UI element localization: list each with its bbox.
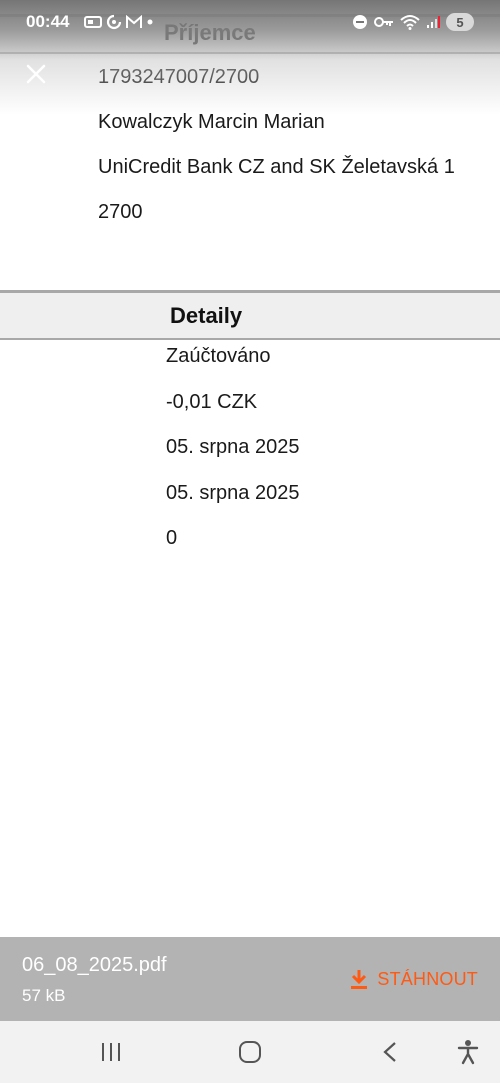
status-bar: 00:44 5 — [0, 0, 500, 44]
home-button[interactable] — [230, 1035, 270, 1069]
file-size: 57 kB — [22, 986, 66, 1005]
dot-icon — [147, 19, 153, 25]
document-viewer[interactable]: Příjemce 1793247007/2700 Kowalczyk Marci… — [0, 0, 500, 1083]
details-section-title: Detaily — [170, 303, 243, 328]
recipient-bank-code: 2700 — [98, 201, 143, 223]
card-icon — [84, 16, 102, 28]
gmail-icon — [126, 15, 142, 28]
do-not-disturb-icon — [353, 15, 367, 29]
recipient-bank: UniCredit Bank CZ and SK Želetavská 1 — [98, 156, 455, 178]
recipient-account: 1793247007/2700 — [98, 66, 260, 88]
download-label: STÁHNOUT — [377, 968, 478, 989]
details-status: Zaúčtováno — [166, 345, 271, 367]
accessibility-button[interactable] — [448, 1035, 488, 1069]
details-date-2: 05. srpna 2025 — [166, 482, 300, 504]
key-icon — [374, 17, 393, 27]
download-button[interactable]: STÁHNOUT — [349, 965, 478, 993]
recents-button[interactable] — [91, 1035, 131, 1069]
sync-icon — [106, 14, 122, 30]
close-button[interactable] — [22, 60, 50, 88]
signal-icon — [427, 16, 440, 28]
status-time: 00:44 — [26, 12, 70, 31]
status-system-icons: 5 — [352, 12, 474, 32]
details-value: 0 — [166, 527, 178, 549]
home-icon — [239, 1041, 261, 1063]
close-icon — [26, 64, 46, 84]
battery-indicator: 5 — [446, 13, 474, 31]
download-icon — [351, 970, 368, 989]
details-date-1: 05. srpna 2025 — [166, 436, 300, 458]
wifi-icon — [400, 15, 420, 30]
status-notification-icons — [84, 13, 154, 31]
navigation-bar — [0, 1021, 500, 1083]
recents-icon — [102, 1043, 120, 1061]
details-section-bar — [0, 290, 500, 340]
details-amount: -0,01 CZK — [166, 391, 258, 413]
back-icon — [383, 1042, 396, 1062]
file-name: 06_08_2025.pdf — [22, 954, 167, 976]
file-info-bar: 06_08_2025.pdf 57 kB STÁHNOUT — [0, 937, 500, 1021]
accessibility-icon — [457, 1040, 479, 1065]
recipient-name: Kowalczyk Marcin Marian — [98, 111, 325, 133]
back-button[interactable] — [370, 1035, 410, 1069]
